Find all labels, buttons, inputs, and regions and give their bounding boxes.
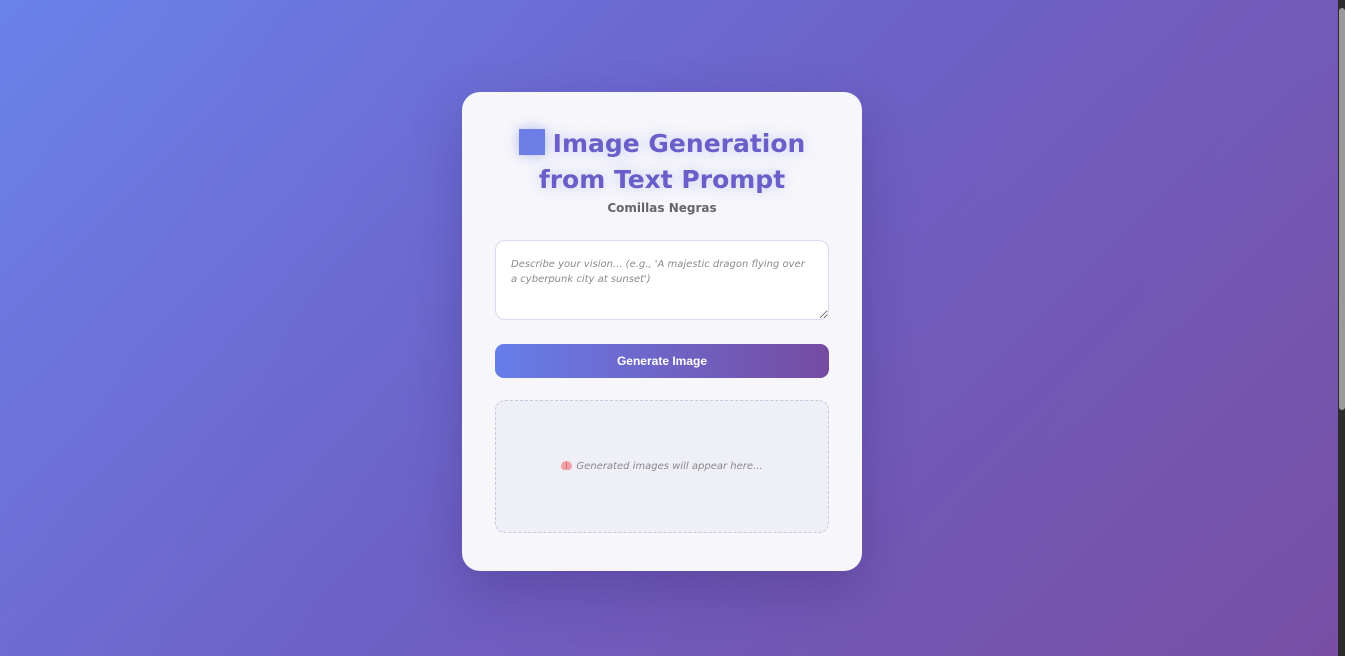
output-placeholder-text: Generated images will appear here... bbox=[576, 461, 763, 472]
generate-image-button[interactable]: Generate Image bbox=[495, 344, 829, 378]
page-scrollbar[interactable] bbox=[1338, 0, 1345, 656]
scrollbar-thumb[interactable] bbox=[1339, 8, 1345, 410]
generator-card: Image Generation from Text Prompt Comill… bbox=[462, 92, 862, 571]
brain-icon bbox=[561, 461, 573, 470]
page-title: Image Generation from Text Prompt bbox=[495, 126, 829, 198]
output-placeholder: Generated images will appear here... bbox=[561, 461, 763, 472]
generated-images-area: Generated images will appear here... bbox=[495, 400, 829, 533]
page-subtitle: Comillas Negras bbox=[607, 201, 717, 215]
page-title-text: Image Generation from Text Prompt bbox=[538, 129, 806, 194]
prompt-input[interactable] bbox=[495, 240, 829, 320]
square-icon bbox=[518, 129, 545, 155]
